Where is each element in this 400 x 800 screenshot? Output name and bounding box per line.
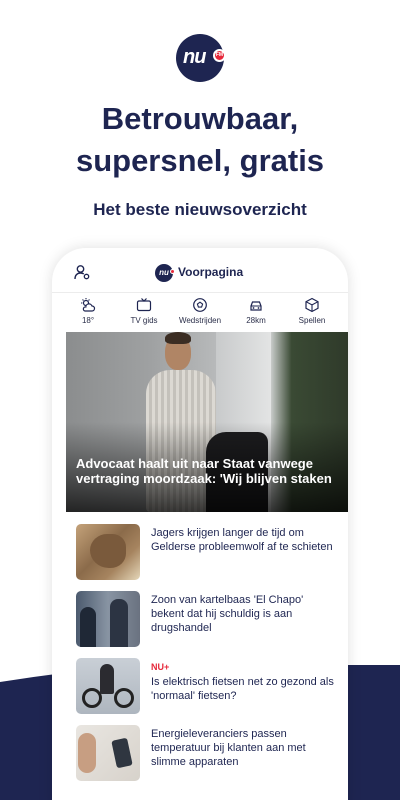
shortcut-label: 18° <box>81 316 95 325</box>
shortcut-tv-guide[interactable]: TV gids <box>116 293 172 333</box>
hero-article[interactable]: Advocaat haalt uit naar Staat vanwege ve… <box>66 332 348 512</box>
promo-subheadline: Het beste nieuwsoverzicht <box>93 200 307 219</box>
article-thumbnail <box>76 591 140 647</box>
page-title: Voorpagina <box>178 265 244 279</box>
car-icon <box>250 301 262 311</box>
list-item[interactable]: NU+ Is elektrisch fietsen net zo gezond … <box>76 658 346 716</box>
article-title: Is elektrisch fietsen net zo gezond als … <box>151 676 334 702</box>
shortcut-games[interactable]: Spellen <box>284 293 340 333</box>
list-item[interactable]: Zoon van kartelbaas 'El Chapo' bekent da… <box>76 591 346 649</box>
logo-text: nu <box>183 46 206 68</box>
hero-title: Advocaat haalt uit naar Staat vanwege ve… <box>76 456 332 486</box>
shortcut-label: TV gids <box>130 316 158 325</box>
premium-tag: NU+ <box>151 662 170 672</box>
shortcut-weather[interactable]: 18° <box>60 293 116 333</box>
shortcut-bar: 18° TV gids Wedstrijden 28km Spellen <box>52 292 348 332</box>
shortcut-label: Spellen <box>298 316 326 325</box>
shortcut-label: 28km <box>246 316 266 325</box>
app-logo: nu <box>155 264 175 282</box>
shortcut-traffic[interactable]: 28km <box>228 293 284 333</box>
user-settings-icon[interactable] <box>74 264 90 280</box>
weather-icon <box>81 298 96 312</box>
app-bar: nu Voorpagina <box>52 248 348 294</box>
article-text: NU+ Is elektrisch fietsen net zo gezond … <box>151 660 336 703</box>
headline-line-1: Betrouwbaar, <box>101 101 299 136</box>
cube-icon <box>305 297 319 313</box>
phone-mockup: nu Voorpagina 18° TV gids Wedstrijden 28… <box>52 248 348 800</box>
logo-badge: FM <box>213 49 226 62</box>
shortcut-label: Wedstrijden <box>178 316 222 325</box>
list-item[interactable]: Energieleveranciers passen temperatuur b… <box>76 725 346 783</box>
article-title: Zoon van kartelbaas 'El Chapo' bekent da… <box>151 594 304 634</box>
article-thumbnail <box>76 524 140 580</box>
article-title: Jagers krijgen langer de tijd om Gelders… <box>151 527 333 553</box>
article-thumbnail <box>76 725 140 781</box>
list-item[interactable]: Jagers krijgen langer de tijd om Gelders… <box>76 524 346 582</box>
nu-logo: nu FM <box>176 34 226 82</box>
football-icon <box>193 298 207 312</box>
shortcut-matches[interactable]: Wedstrijden <box>172 293 228 333</box>
article-thumbnail <box>76 658 140 714</box>
article-title: Energieleveranciers passen temperatuur b… <box>151 728 306 768</box>
headline-line-2: supersnel, gratis <box>75 143 325 178</box>
tv-icon <box>136 298 152 312</box>
promo-headline: Betrouwbaar, supersnel, gratis <box>0 98 400 182</box>
